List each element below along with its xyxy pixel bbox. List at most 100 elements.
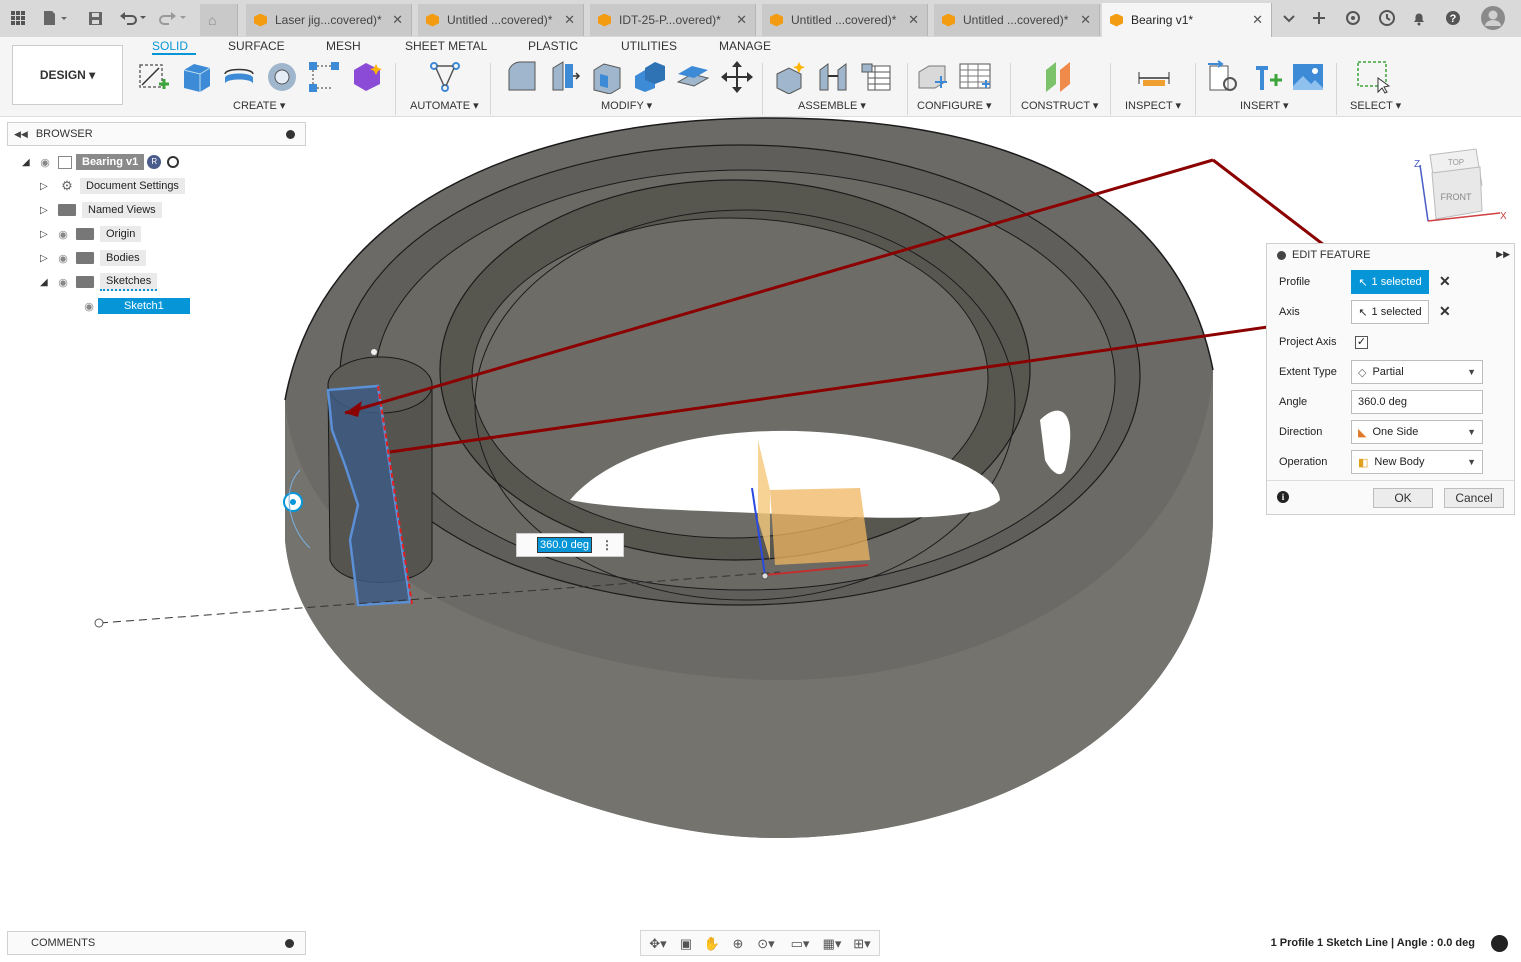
collapse-panel-icon[interactable]: ◀◀ xyxy=(14,129,28,140)
close-icon[interactable]: ✕ xyxy=(1080,12,1091,28)
axis-selector-button[interactable]: ↖ 1 selected xyxy=(1351,300,1429,324)
tab-overflow-icon[interactable] xyxy=(1278,6,1300,30)
tab-utilities[interactable]: UTILITIES xyxy=(621,39,677,53)
configure-icon[interactable] xyxy=(915,60,949,94)
cancel-button[interactable]: Cancel xyxy=(1444,488,1504,508)
configuration-table-icon[interactable] xyxy=(958,60,992,94)
bill-of-materials-icon[interactable] xyxy=(860,60,894,94)
assemble-menu[interactable]: ASSEMBLE ▾ xyxy=(798,99,866,112)
workspace-switcher-button[interactable]: DESIGN ▾ xyxy=(12,45,123,105)
file-menu-icon[interactable] xyxy=(40,6,70,30)
orbit-icon[interactable]: ✥▾ xyxy=(645,936,671,951)
angle-input-value[interactable]: 360.0 deg xyxy=(537,537,592,553)
info-icon[interactable]: i xyxy=(1277,491,1289,503)
operation-dropdown[interactable]: ◧ New Body ▼ xyxy=(1351,450,1483,474)
document-tab[interactable]: Untitled ...covered)* ✕ xyxy=(418,4,584,36)
new-component-icon[interactable] xyxy=(773,60,807,94)
tree-item-label[interactable]: Sketches xyxy=(100,273,158,291)
select-menu[interactable]: SELECT ▾ xyxy=(1350,99,1401,112)
visibility-eye-icon[interactable]: ◉ xyxy=(36,156,54,169)
more-options-icon[interactable]: ⋮ xyxy=(601,538,613,552)
expand-dialog-icon[interactable]: ▶▶ xyxy=(1496,249,1510,260)
joint-icon[interactable] xyxy=(816,60,850,94)
display-settings-icon[interactable]: ▭▾ xyxy=(787,936,813,951)
expand-triangle-icon[interactable]: ▷ xyxy=(40,181,54,192)
help-icon[interactable]: ? xyxy=(1442,6,1464,30)
expand-triangle-icon[interactable]: ▷ xyxy=(40,253,54,264)
ok-button[interactable]: OK xyxy=(1373,488,1433,508)
zoom-icon[interactable]: ⊕ xyxy=(729,936,747,951)
activate-radio-icon[interactable] xyxy=(167,156,180,168)
angle-input[interactable]: 360.0 deg xyxy=(1351,390,1483,414)
sketch-point[interactable] xyxy=(94,618,104,628)
collapse-triangle-icon[interactable]: ◢ xyxy=(40,277,54,288)
extent-type-dropdown[interactable]: ◇ Partial ▼ xyxy=(1351,360,1483,384)
clear-profile-icon[interactable]: ✕ xyxy=(1439,273,1451,290)
document-tab[interactable]: Untitled ...covered)* ✕ xyxy=(762,4,928,36)
visibility-eye-icon[interactable]: ◉ xyxy=(54,276,72,289)
measure-icon[interactable] xyxy=(1137,60,1171,94)
document-tab[interactable]: IDT-25-P...overed)* ✕ xyxy=(590,4,756,36)
fillet-icon[interactable] xyxy=(547,60,581,94)
tree-item-label[interactable]: Sketch1 xyxy=(98,298,190,314)
job-status-icon[interactable] xyxy=(1376,6,1398,30)
tree-item-document-settings[interactable]: ▷ ⚙ Document Settings xyxy=(40,175,185,197)
redo-icon[interactable] xyxy=(158,6,190,30)
shell-icon[interactable] xyxy=(590,60,624,94)
tree-item-sketch1[interactable]: ◉ Sketch1 xyxy=(80,295,190,317)
tree-item-label[interactable]: Named Views xyxy=(82,202,162,218)
pan-hand-icon[interactable]: ✋ xyxy=(703,936,721,951)
offset-face-icon[interactable] xyxy=(676,60,710,94)
viewports-icon[interactable]: ⊞▾ xyxy=(849,936,875,951)
document-tab[interactable]: Laser jig...covered)* ✕ xyxy=(246,4,412,36)
tree-item-label[interactable]: Origin xyxy=(100,226,142,242)
tab-solid[interactable]: SOLID xyxy=(152,39,188,53)
hole-icon[interactable] xyxy=(265,60,299,94)
insert-derive-icon[interactable] xyxy=(1206,60,1240,94)
panel-minimize-icon[interactable] xyxy=(286,130,295,139)
tree-root-bearing[interactable]: ◢ ◉ Bearing v1 R xyxy=(22,151,180,173)
profile-selector-button[interactable]: ↖ 1 selected xyxy=(1351,270,1429,294)
add-comment-icon[interactable] xyxy=(285,939,294,948)
comments-panel[interactable]: COMMENTS xyxy=(7,931,306,955)
look-at-icon[interactable]: ▣ xyxy=(677,936,695,951)
collapse-dialog-icon[interactable] xyxy=(1277,250,1286,260)
revolve-icon[interactable] xyxy=(222,60,256,94)
tree-root-label[interactable]: Bearing v1 xyxy=(76,154,145,170)
select-box-icon[interactable] xyxy=(1356,60,1390,94)
insert-mcmaster-icon[interactable] xyxy=(1250,60,1284,94)
automate-icon[interactable] xyxy=(428,60,462,94)
close-icon[interactable]: ✕ xyxy=(564,12,575,28)
save-icon[interactable] xyxy=(86,6,104,30)
fit-zoom-icon[interactable]: ⊙▾ xyxy=(753,936,779,951)
grid-settings-icon[interactable]: ▦▾ xyxy=(819,936,845,951)
expand-triangle-icon[interactable]: ▷ xyxy=(40,205,54,216)
tree-item-sketches[interactable]: ◢ ◉ Sketches xyxy=(40,271,158,293)
undo-icon[interactable] xyxy=(118,6,150,30)
notifications-bell-icon[interactable] xyxy=(1408,6,1430,30)
combine-icon[interactable] xyxy=(633,60,667,94)
inspect-menu[interactable]: INSPECT ▾ xyxy=(1125,99,1181,112)
automate-menu[interactable]: AUTOMATE ▾ xyxy=(410,99,479,112)
angle-value-input[interactable]: 360.0 deg ⋮ xyxy=(516,533,624,557)
tab-manage[interactable]: MANAGE xyxy=(719,39,771,53)
browser-panel-header[interactable]: ◀◀ BROWSER xyxy=(7,122,306,146)
configure-menu[interactable]: CONFIGURE ▾ xyxy=(917,99,992,112)
tree-item-label[interactable]: Document Settings xyxy=(80,178,185,194)
direction-dropdown[interactable]: ◣ One Side ▼ xyxy=(1351,420,1483,444)
sketch-point[interactable] xyxy=(371,349,377,355)
pattern-icon[interactable] xyxy=(307,60,341,94)
close-icon[interactable]: ✕ xyxy=(1252,12,1263,28)
home-tab[interactable]: ⌂ xyxy=(200,4,238,36)
insert-canvas-icon[interactable] xyxy=(1291,60,1325,94)
document-tab[interactable]: Untitled ...covered)* ✕ xyxy=(934,4,1100,36)
document-tab-active[interactable]: Bearing v1* ✕ xyxy=(1102,3,1272,37)
tree-item-bodies[interactable]: ▷ ◉ Bodies xyxy=(40,247,146,269)
project-axis-checkbox[interactable]: ✓ xyxy=(1355,336,1368,349)
new-tab-icon[interactable] xyxy=(1308,6,1330,30)
create-sketch-icon[interactable] xyxy=(137,60,171,94)
form-icon[interactable] xyxy=(350,60,384,94)
tab-surface[interactable]: SURFACE xyxy=(228,39,285,53)
visibility-eye-icon[interactable]: ◉ xyxy=(54,228,72,241)
move-icon[interactable] xyxy=(720,60,754,94)
